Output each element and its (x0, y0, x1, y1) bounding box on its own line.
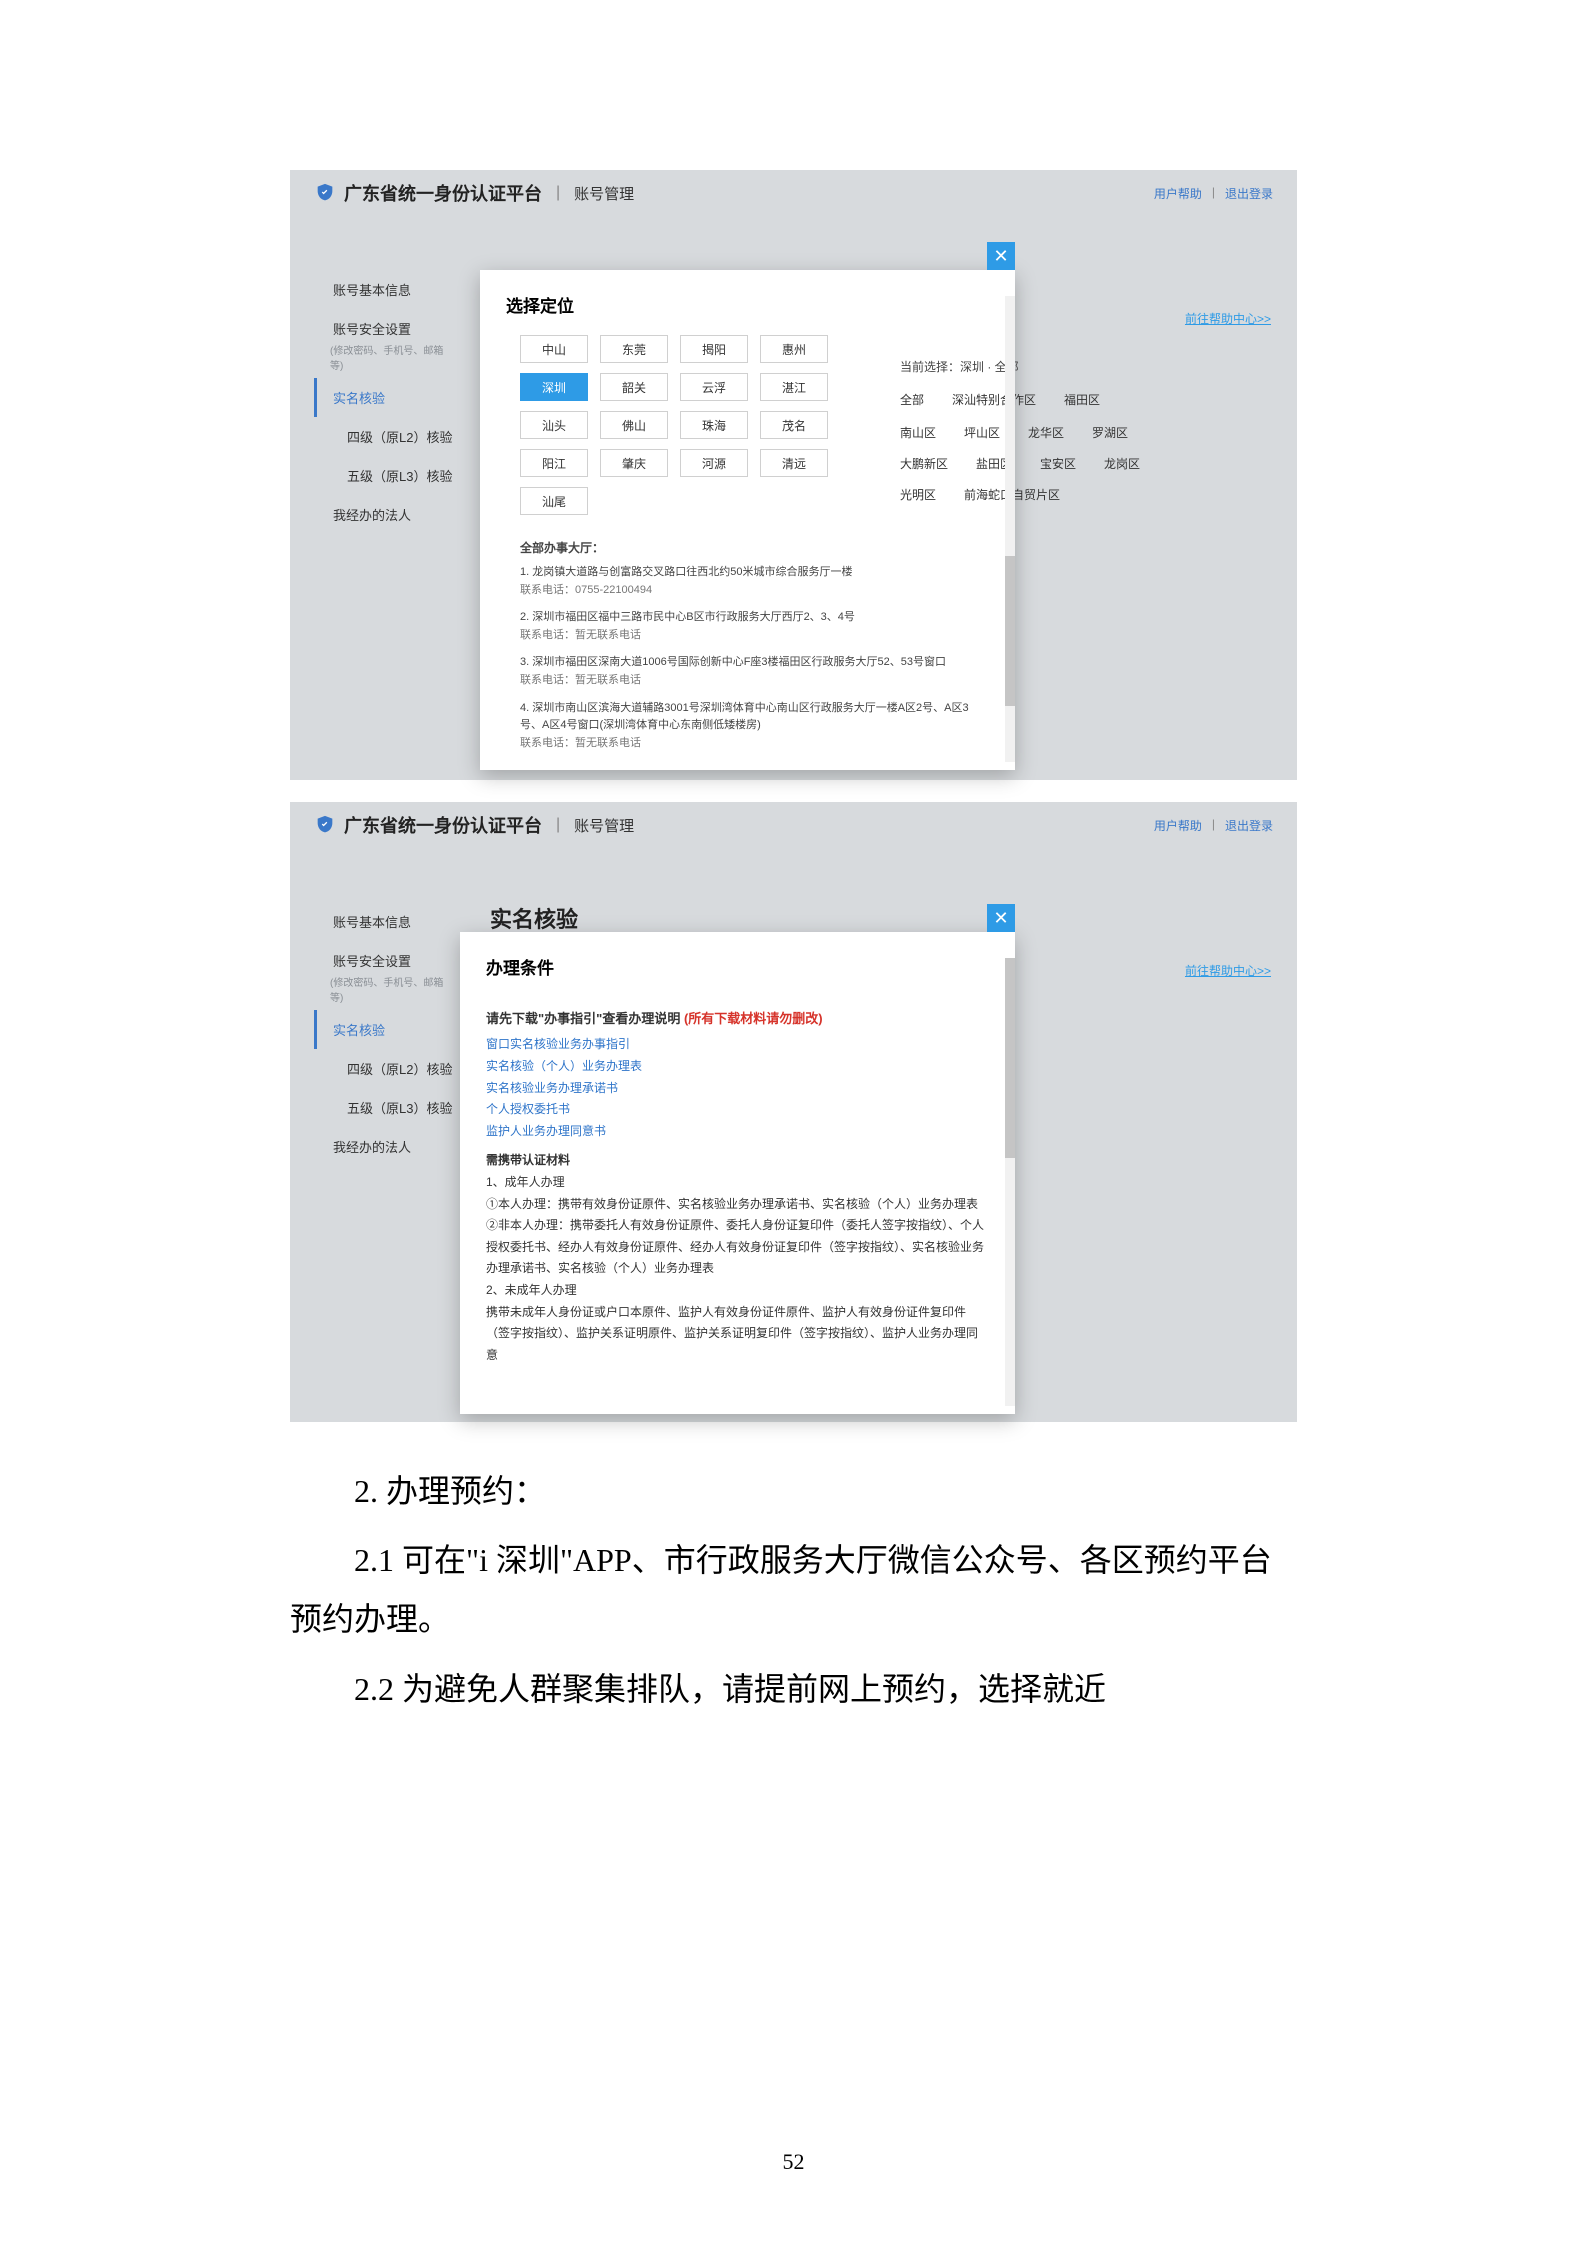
sidebar: 账号基本信息账号安全设置(修改密码、手机号、邮箱等)实名核验四级（原L2）核验五… (314, 270, 454, 534)
district-option[interactable]: 龙华区 (1028, 424, 1064, 441)
download-link[interactable]: 实名核验业务办理承诺书 (486, 1078, 989, 1100)
city-option[interactable]: 中山 (520, 335, 588, 363)
screenshot-location-modal: 广东省统一身份认证平台 | 账号管理 用户帮助 | 退出登录 账号基本信息账号安… (290, 170, 1297, 780)
sidebar-item[interactable]: 账号基本信息 (314, 902, 454, 941)
platform-header: 广东省统一身份认证平台 | 账号管理 用户帮助 | 退出登录 (290, 170, 1297, 216)
download-link[interactable]: 个人授权委托书 (486, 1099, 989, 1121)
city-option[interactable]: 河源 (680, 449, 748, 477)
doc-paragraph: 2.1 可在"i 深圳"APP、市行政服务大厅微信公众号、各区预约平台预约办理。 (290, 1531, 1297, 1649)
district-option[interactable]: 光明区 (900, 486, 936, 503)
logout-link[interactable]: 退出登录 (1225, 185, 1273, 202)
document-body: 2. 办理预约： 2.1 可在"i 深圳"APP、市行政服务大厅微信公众号、各区… (290, 1462, 1297, 1719)
sidebar-item[interactable]: 账号基本信息 (314, 270, 454, 309)
help-link[interactable]: 用户帮助 (1154, 185, 1202, 202)
hall-item: 4. 深圳市南山区滨海大道辅路3001号深圳湾体育中心南山区行政服务大厅一楼A区… (520, 700, 989, 753)
city-option[interactable]: 阳江 (520, 449, 588, 477)
sidebar: 账号基本信息账号安全设置(修改密码、手机号、邮箱等)实名核验四级（原L2）核验五… (314, 902, 454, 1166)
screenshot-conditions-modal: 广东省统一身份认证平台 | 账号管理 用户帮助 | 退出登录 账号基本信息账号安… (290, 802, 1297, 1422)
sidebar-item[interactable]: 四级（原L2）核验 (314, 417, 454, 456)
platform-title: 广东省统一身份认证平台 (344, 180, 542, 206)
city-option[interactable]: 清远 (760, 449, 828, 477)
city-option[interactable]: 湛江 (760, 373, 828, 401)
logout-link[interactable]: 退出登录 (1225, 817, 1273, 834)
sidebar-item[interactable]: 五级（原L3）核验 (314, 1088, 454, 1127)
sidebar-item[interactable]: 五级（原L3）核验 (314, 456, 454, 495)
city-option[interactable]: 东莞 (600, 335, 668, 363)
hall-list: 全部办事大厅： 1. 龙岗镇大道路与创富路交叉路口往西北约50米城市综合服务厅一… (480, 525, 1015, 752)
hall-item: 3. 深圳市福田区深南大道1006号国际创新中心F座3楼福田区行政服务大厅52、… (520, 654, 989, 689)
hall-item: 2. 深圳市福田区福中三路市民中心B区市行政服务大厅西厅2、3、4号联系电话：暂… (520, 609, 989, 644)
conditions-modal: ✕ 办理条件 请先下载"办事指引"查看办理说明 (所有下载材料请勿删改) 窗口实… (460, 932, 1015, 1414)
city-option[interactable]: 珠海 (680, 411, 748, 439)
city-option[interactable]: 汕头 (520, 411, 588, 439)
sidebar-item[interactable]: 我经办的法人 (314, 1127, 454, 1166)
shield-icon (314, 814, 336, 836)
city-option[interactable]: 茂名 (760, 411, 828, 439)
doc-paragraph: 2.2 为避免人群聚集排队，请提前网上预约，选择就近 (290, 1660, 1297, 1719)
sidebar-item[interactable]: 四级（原L2）核验 (314, 1049, 454, 1088)
district-option[interactable]: 南山区 (900, 424, 936, 441)
close-icon[interactable]: ✕ (987, 904, 1015, 932)
district-option[interactable]: 全部 (900, 391, 924, 408)
platform-header: 广东省统一身份认证平台 | 账号管理 用户帮助 | 退出登录 (290, 802, 1297, 848)
city-option[interactable]: 深圳 (520, 373, 588, 401)
city-option[interactable]: 云浮 (680, 373, 748, 401)
city-grid: 中山东莞揭阳惠州深圳韶关云浮湛江汕头佛山珠海茂名阳江肇庆河源清远汕尾 (480, 335, 896, 515)
platform-section: 账号管理 (574, 183, 634, 204)
city-option[interactable]: 揭阳 (680, 335, 748, 363)
city-option[interactable]: 佛山 (600, 411, 668, 439)
district-option[interactable]: 福田区 (1064, 391, 1100, 408)
modal-title: 办理条件 (460, 932, 1015, 997)
download-link[interactable]: 实名核验（个人）业务办理表 (486, 1056, 989, 1078)
sidebar-item[interactable]: 我经办的法人 (314, 495, 454, 534)
download-link[interactable]: 窗口实名核验业务办事指引 (486, 1034, 989, 1056)
district-option[interactable]: 宝安区 (1040, 455, 1076, 472)
page-number: 52 (0, 2149, 1587, 2175)
district-option[interactable]: 大鹏新区 (900, 455, 948, 472)
district-option[interactable]: 罗湖区 (1092, 424, 1128, 441)
doc-heading: 2. 办理预约： (290, 1462, 1297, 1521)
help-link[interactable]: 用户帮助 (1154, 817, 1202, 834)
help-center-link[interactable]: 前往帮助中心>> (1185, 962, 1271, 979)
modal-title: 选择定位 (480, 270, 1015, 335)
shield-icon (314, 182, 336, 204)
download-link[interactable]: 监护人业务办理同意书 (486, 1121, 989, 1143)
help-center-link[interactable]: 前往帮助中心>> (1185, 310, 1271, 327)
city-option[interactable]: 肇庆 (600, 449, 668, 477)
sidebar-item[interactable]: 实名核验 (314, 378, 454, 417)
district-option[interactable]: 坪山区 (964, 424, 1000, 441)
district-option[interactable]: 龙岗区 (1104, 455, 1140, 472)
close-icon[interactable]: ✕ (987, 242, 1015, 270)
district-option[interactable]: 深汕特别合作区 (952, 391, 1036, 408)
location-modal: ✕ 选择定位 中山东莞揭阳惠州深圳韶关云浮湛江汕头佛山珠海茂名阳江肇庆河源清远汕… (480, 270, 1015, 770)
city-option[interactable]: 汕尾 (520, 487, 588, 515)
district-pane: 当前选择：深圳 · 全部 全部深汕特别合作区福田区 南山区坪山区龙华区罗湖区大鹏… (900, 352, 1160, 503)
hall-item: 1. 龙岗镇大道路与创富路交叉路口往西北约50米城市综合服务厅一楼联系电话：07… (520, 564, 989, 599)
sidebar-item[interactable]: 实名核验 (314, 1010, 454, 1049)
city-option[interactable]: 惠州 (760, 335, 828, 363)
city-option[interactable]: 韶关 (600, 373, 668, 401)
